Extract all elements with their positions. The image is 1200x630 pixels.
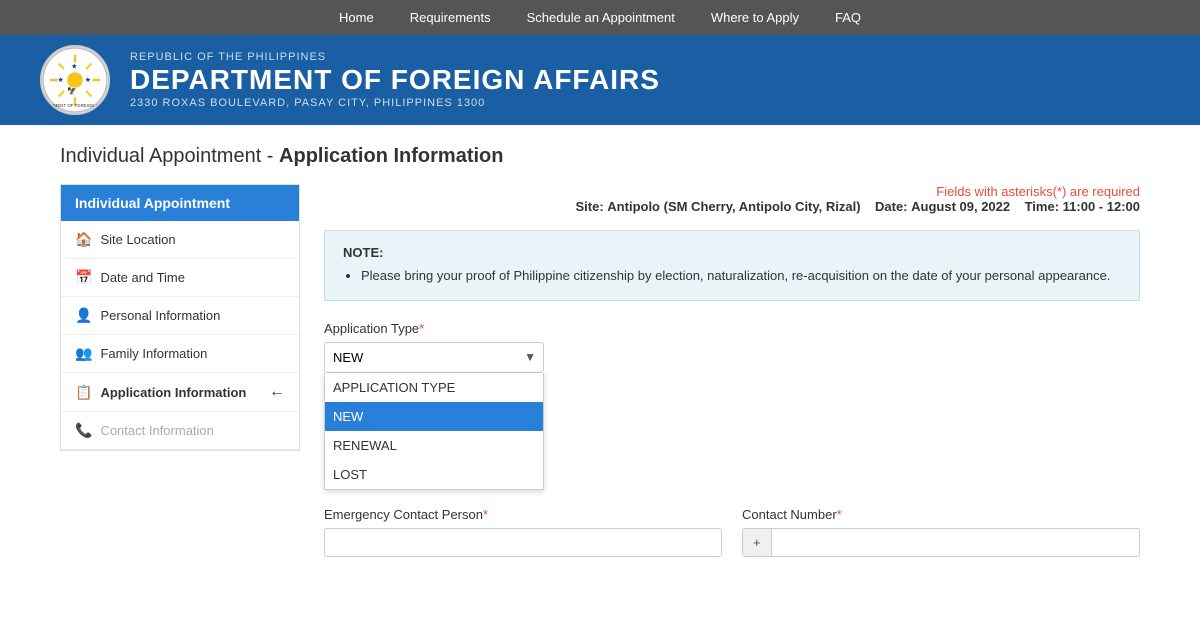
date-label: Date:: [875, 199, 908, 214]
note-item-0: Please bring your proof of Philippine ci…: [361, 266, 1121, 286]
svg-text:★: ★: [58, 76, 64, 84]
emergency-col: Emergency Contact Person*: [324, 507, 722, 557]
group-icon: 👥: [75, 345, 92, 362]
nav-requirements[interactable]: Requirements: [392, 0, 509, 35]
nav-faq[interactable]: FAQ: [817, 0, 879, 35]
nav-home[interactable]: Home: [321, 0, 392, 35]
app-type-label: Application Type*: [324, 321, 1140, 336]
app-type-select-wrapper: APPLICATION TYPE NEW RENEWAL LOST ▼ APPL…: [324, 342, 544, 373]
emergency-row: Emergency Contact Person* Contact Number…: [324, 507, 1140, 557]
top-navigation: Home Requirements Schedule an Appointmen…: [0, 0, 1200, 35]
dfa-logo: ★ ★ ★ 🦅 DEPARTMENT OF FOREIGN AFFAIRS: [40, 45, 110, 115]
dropdown-option-renewal[interactable]: RENEWAL: [325, 431, 543, 460]
sidebar-item-family-info[interactable]: 👥 Family Information: [61, 335, 299, 373]
header-address: 2330 ROXAS BOULEVARD, PASAY CITY, PHILIP…: [130, 97, 660, 109]
sidebar-label-site-location: Site Location: [100, 232, 175, 247]
svg-text:★: ★: [85, 76, 91, 84]
app-type-req: *: [419, 321, 424, 336]
page-content: Individual Appointment - Application Inf…: [30, 125, 1170, 577]
sidebar-label-contact-info: Contact Information: [100, 423, 213, 438]
svg-text:DEPARTMENT OF FOREIGN AFFAIRS: DEPARTMENT OF FOREIGN AFFAIRS: [42, 103, 108, 108]
arrow-icon: ←: [269, 383, 285, 401]
sidebar-item-app-info[interactable]: 📋 Application Information ←: [61, 373, 299, 412]
emergency-label: Emergency Contact Person*: [324, 507, 722, 522]
time-value: 11:00 - 12:00: [1063, 199, 1140, 214]
note-box: NOTE: Please bring your proof of Philipp…: [324, 230, 1140, 301]
info-bar: Fields with asterisks(*) are required Si…: [324, 184, 1140, 214]
sidebar-item-personal-info[interactable]: 👤 Personal Information: [61, 297, 299, 335]
sidebar-label-app-info: Application Information: [100, 385, 246, 400]
page-title: Individual Appointment - Application Inf…: [60, 145, 1140, 168]
header-department: DEPARTMENT OF FOREIGN AFFAIRS: [130, 63, 660, 97]
main-layout: Individual Appointment 🏠 Site Location 📅…: [60, 184, 1140, 557]
sidebar: Individual Appointment 🏠 Site Location 📅…: [60, 184, 300, 451]
contact-col: Contact Number* +: [742, 507, 1140, 557]
contact-prefix: +: [743, 529, 772, 556]
sidebar-header: Individual Appointment: [61, 185, 299, 221]
contact-number-label: Contact Number*: [742, 507, 1140, 522]
emergency-input[interactable]: [324, 528, 722, 557]
date-value: August 09, 2022: [911, 199, 1010, 214]
person-icon: 👤: [75, 307, 92, 324]
svg-text:🦅: 🦅: [67, 86, 77, 96]
site-info: Site: Antipolo (SM Cherry, Antipolo City…: [324, 199, 1140, 214]
app-type-group: Application Type* APPLICATION TYPE NEW R…: [324, 321, 1140, 373]
header-text-block: REPUBLIC OF THE PHILIPPINES DEPARTMENT O…: [130, 51, 660, 109]
site-value: Antipolo (SM Cherry, Antipolo City, Riza…: [607, 199, 860, 214]
app-type-select[interactable]: APPLICATION TYPE NEW RENEWAL LOST: [324, 342, 544, 373]
calendar-icon: 📅: [75, 269, 92, 286]
time-label: Time:: [1025, 199, 1059, 214]
dropdown-option-new[interactable]: NEW: [325, 402, 543, 431]
contact-input[interactable]: [772, 529, 1139, 556]
dropdown-option-lost[interactable]: LOST: [325, 460, 543, 489]
file-icon: 📋: [75, 384, 92, 401]
nav-where-to-apply[interactable]: Where to Apply: [693, 0, 817, 35]
note-title: NOTE:: [343, 245, 1121, 260]
sidebar-item-date-time[interactable]: 📅 Date and Time: [61, 259, 299, 297]
sidebar-item-contact-info: 📞 Contact Information: [61, 412, 299, 450]
emergency-req: *: [483, 507, 488, 522]
svg-text:★: ★: [71, 62, 77, 70]
note-list: Please bring your proof of Philippine ci…: [343, 266, 1121, 286]
main-content: Fields with asterisks(*) are required Si…: [324, 184, 1140, 557]
home-icon: 🏠: [75, 231, 92, 248]
header-banner: ★ ★ ★ 🦅 DEPARTMENT OF FOREIGN AFFAIRS RE…: [0, 35, 1200, 125]
sidebar-label-family-info: Family Information: [100, 346, 207, 361]
site-label: Site:: [576, 199, 604, 214]
phone-icon: 📞: [75, 422, 92, 439]
sidebar-label-personal-info: Personal Information: [100, 308, 220, 323]
contact-input-wrapper: +: [742, 528, 1140, 557]
required-note: Fields with asterisks(*) are required: [324, 184, 1140, 199]
dropdown-open: APPLICATION TYPE NEW RENEWAL LOST: [324, 373, 544, 490]
contact-req: *: [837, 507, 842, 522]
sidebar-label-date-time: Date and Time: [100, 270, 185, 285]
sidebar-item-site-location[interactable]: 🏠 Site Location: [61, 221, 299, 259]
header-republic: REPUBLIC OF THE PHILIPPINES: [130, 51, 660, 63]
nav-schedule[interactable]: Schedule an Appointment: [509, 0, 693, 35]
dropdown-option-type[interactable]: APPLICATION TYPE: [325, 373, 543, 402]
